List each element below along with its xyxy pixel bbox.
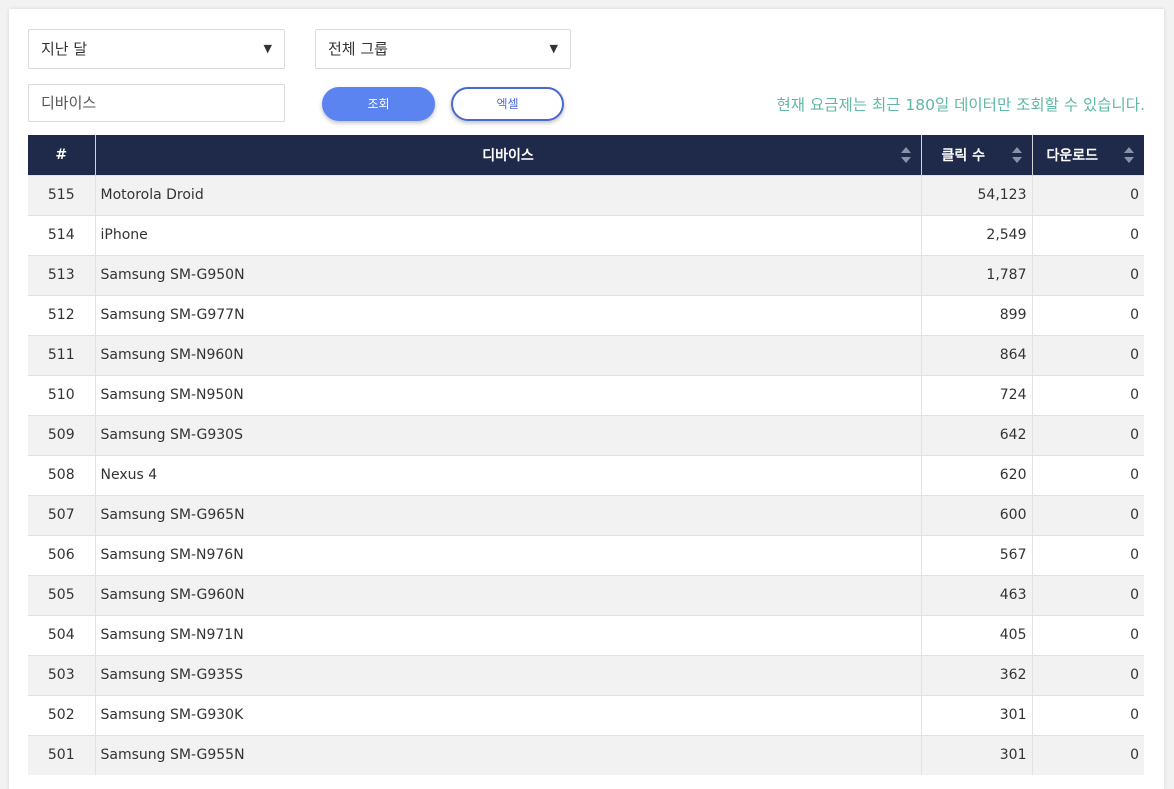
- row-number-cell: 514: [28, 214, 96, 255]
- device-name-cell: Samsung SM-G955N: [95, 734, 922, 775]
- device-name-cell: Nexus 4: [95, 454, 922, 495]
- column-header-clicks[interactable]: 클릭 수: [921, 135, 1033, 175]
- downloads-cell: 0: [1032, 414, 1144, 455]
- period-select[interactable]: 지난 달 ▼: [28, 29, 285, 69]
- row-number-cell: 503: [28, 654, 96, 695]
- downloads-cell: 0: [1032, 294, 1144, 335]
- table-row[interactable]: 510 Samsung SM-N950N 724 0: [28, 374, 1144, 415]
- table-row[interactable]: 508 Nexus 4 620 0: [28, 454, 1144, 495]
- device-name-cell: iPhone: [95, 214, 922, 255]
- clicks-cell: 642: [921, 414, 1033, 455]
- device-name-cell: Samsung SM-G935S: [95, 654, 922, 695]
- row-number-cell: 505: [28, 574, 96, 615]
- clicks-cell: 724: [921, 374, 1033, 415]
- row-number-cell: 512: [28, 294, 96, 335]
- downloads-cell: 0: [1032, 494, 1144, 535]
- downloads-cell: 0: [1032, 454, 1144, 495]
- clicks-cell: 54,123: [921, 174, 1033, 215]
- table-row[interactable]: 505 Samsung SM-G960N 463 0: [28, 574, 1144, 615]
- device-name-cell: Motorola Droid: [95, 174, 922, 215]
- device-name-cell: Samsung SM-G930S: [95, 414, 922, 455]
- table-row[interactable]: 513 Samsung SM-G950N 1,787 0: [28, 254, 1144, 295]
- row-number-cell: 506: [28, 534, 96, 575]
- table-row[interactable]: 507 Samsung SM-G965N 600 0: [28, 494, 1144, 535]
- sort-icon[interactable]: [900, 147, 911, 163]
- sort-icon[interactable]: [1124, 147, 1134, 163]
- row-number-cell: 504: [28, 614, 96, 655]
- downloads-cell: 0: [1032, 734, 1144, 775]
- downloads-cell: 0: [1032, 374, 1144, 415]
- clicks-cell: 362: [921, 654, 1033, 695]
- downloads-cell: 0: [1032, 214, 1144, 255]
- device-name-cell: Samsung SM-N976N: [95, 534, 922, 575]
- period-select-value: 지난 달: [41, 40, 88, 58]
- device-table: # 디바이스 클릭 수 다운로드 515 Motorola Droid 54,123…: [28, 135, 1144, 775]
- row-number-cell: 509: [28, 414, 96, 455]
- downloads-cell: 0: [1032, 174, 1144, 215]
- downloads-cell: 0: [1032, 654, 1144, 695]
- downloads-cell: 0: [1032, 574, 1144, 615]
- device-name-cell: Samsung SM-N950N: [95, 374, 922, 415]
- downloads-cell: 0: [1032, 614, 1144, 655]
- column-header-number[interactable]: #: [28, 135, 96, 175]
- device-search-input[interactable]: [28, 84, 285, 122]
- search-button[interactable]: 조회: [322, 87, 435, 121]
- table-row[interactable]: 502 Samsung SM-G930K 301 0: [28, 694, 1144, 735]
- content-panel: 지난 달 ▼ 전체 그룹 ▼ 조회 엑셀 현재 요금제는 최근 180일 데이터…: [9, 9, 1164, 789]
- column-header-downloads[interactable]: 다운로드: [1032, 135, 1144, 175]
- device-name-cell: Samsung SM-G965N: [95, 494, 922, 535]
- table-row[interactable]: 509 Samsung SM-G930S 642 0: [28, 414, 1144, 455]
- column-header-device[interactable]: 디바이스: [95, 135, 922, 175]
- table-row[interactable]: 512 Samsung SM-G977N 899 0: [28, 294, 1144, 335]
- clicks-cell: 463: [921, 574, 1033, 615]
- clicks-cell: 899: [921, 294, 1033, 335]
- row-number-cell: 510: [28, 374, 96, 415]
- row-number-cell: 502: [28, 694, 96, 735]
- downloads-cell: 0: [1032, 694, 1144, 735]
- device-name-cell: Samsung SM-G977N: [95, 294, 922, 335]
- table-row[interactable]: 506 Samsung SM-N976N 567 0: [28, 534, 1144, 575]
- caret-down-icon: ▼: [549, 42, 558, 55]
- table-header-row: # 디바이스 클릭 수 다운로드: [28, 135, 1144, 175]
- downloads-cell: 0: [1032, 534, 1144, 575]
- table-row[interactable]: 514 iPhone 2,549 0: [28, 214, 1144, 255]
- group-select-value: 전체 그룹: [328, 40, 388, 58]
- clicks-cell: 600: [921, 494, 1033, 535]
- downloads-cell: 0: [1032, 254, 1144, 295]
- row-number-cell: 515: [28, 174, 96, 215]
- plan-notice: 현재 요금제는 최근 180일 데이터만 조회할 수 있습니다.: [776, 96, 1145, 114]
- downloads-cell: 0: [1032, 334, 1144, 375]
- device-name-cell: Samsung SM-G930K: [95, 694, 922, 735]
- clicks-cell: 2,549: [921, 214, 1033, 255]
- clicks-cell: 567: [921, 534, 1033, 575]
- excel-export-button[interactable]: 엑셀: [451, 87, 564, 121]
- table-row[interactable]: 504 Samsung SM-N971N 405 0: [28, 614, 1144, 655]
- row-number-cell: 513: [28, 254, 96, 295]
- table-body: 515 Motorola Droid 54,123 0 514 iPhone 2,549 0 5…: [28, 174, 1144, 775]
- group-select[interactable]: 전체 그룹 ▼: [315, 29, 571, 69]
- clicks-cell: 301: [921, 734, 1033, 775]
- row-number-cell: 508: [28, 454, 96, 495]
- device-name-cell: Samsung SM-N971N: [95, 614, 922, 655]
- row-number-cell: 507: [28, 494, 96, 535]
- clicks-cell: 864: [921, 334, 1033, 375]
- table-row[interactable]: 501 Samsung SM-G955N 301 0: [28, 734, 1144, 775]
- device-name-cell: Samsung SM-G960N: [95, 574, 922, 615]
- table-row[interactable]: 511 Samsung SM-N960N 864 0: [28, 334, 1144, 375]
- clicks-cell: 301: [921, 694, 1033, 735]
- row-number-cell: 511: [28, 334, 96, 375]
- table-row[interactable]: 515 Motorola Droid 54,123 0: [28, 174, 1144, 215]
- sort-icon[interactable]: [1011, 147, 1022, 163]
- clicks-cell: 1,787: [921, 254, 1033, 295]
- clicks-cell: 620: [921, 454, 1033, 495]
- device-name-cell: Samsung SM-G950N: [95, 254, 922, 295]
- row-number-cell: 501: [28, 734, 96, 775]
- device-name-cell: Samsung SM-N960N: [95, 334, 922, 375]
- table-row[interactable]: 503 Samsung SM-G935S 362 0: [28, 654, 1144, 695]
- clicks-cell: 405: [921, 614, 1033, 655]
- caret-down-icon: ▼: [263, 42, 272, 55]
